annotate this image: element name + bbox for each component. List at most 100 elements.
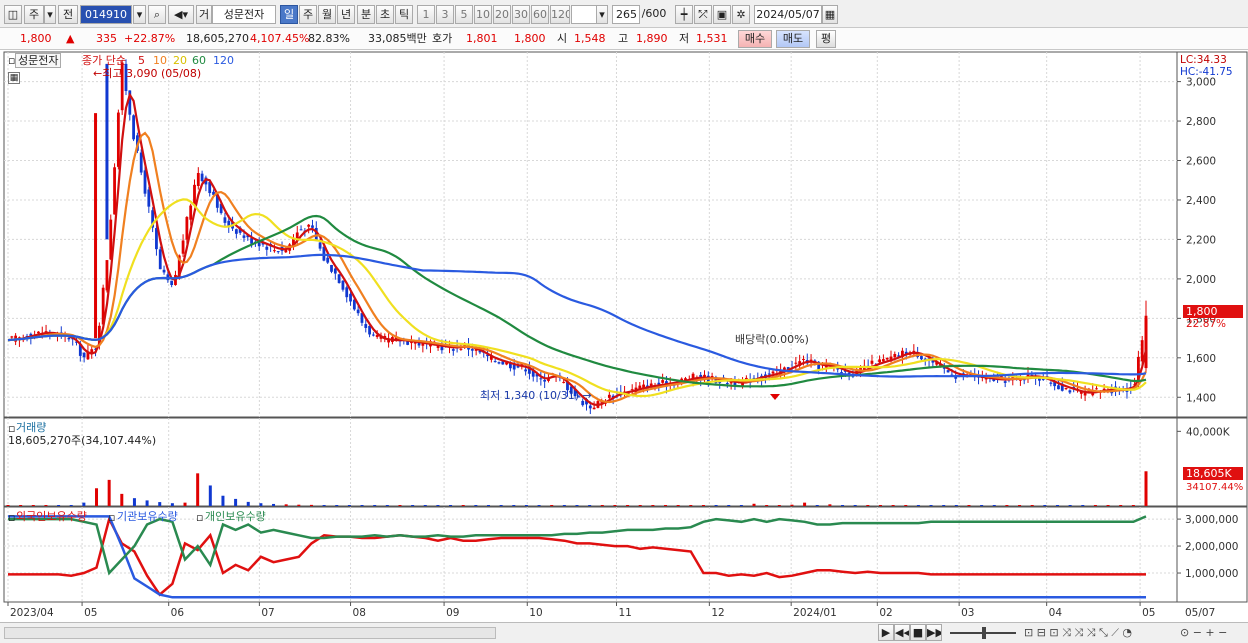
chevron-down-icon[interactable]: ▾	[596, 5, 608, 24]
candle-body	[802, 358, 805, 360]
candle-body	[132, 115, 135, 140]
volume-bar	[815, 505, 819, 506]
volume-bar	[1043, 505, 1047, 506]
save-icon[interactable]: ▣	[713, 5, 731, 24]
candle-body	[539, 378, 543, 380]
speaker-icon[interactable]: ◀▾	[168, 5, 194, 24]
count-input[interactable]: 265	[612, 5, 640, 24]
panel-menu-icon[interactable]: ▫	[8, 511, 15, 524]
volume-bar	[600, 505, 604, 506]
candle-body	[273, 250, 276, 252]
eval-button[interactable]: 평	[816, 30, 836, 48]
zoom-icons[interactable]: ⊙ − + −	[1180, 626, 1227, 639]
candle-body	[162, 269, 166, 273]
volume-bar	[196, 473, 200, 506]
dividend-marker: 배당락(0.00%)	[735, 333, 809, 346]
panel-menu-icon[interactable]: ▫	[108, 511, 115, 524]
calendar-icon[interactable]: ▦	[822, 5, 838, 24]
volume-bar	[398, 505, 402, 506]
tool-icons[interactable]: ⊡ ⊟ ⊡ ⤨ ⤨ ⤨ ⤡ ⟋ ◔	[1024, 626, 1132, 639]
volume-bar	[954, 505, 958, 506]
volume-bar	[208, 485, 212, 506]
scrollbar-track[interactable]	[4, 627, 496, 639]
x-tick-label-last: 05/07	[1185, 607, 1215, 619]
indicator-icon[interactable]: ⤱	[694, 5, 712, 24]
forward-icon[interactable]: ▶▶	[926, 624, 942, 641]
ma-5-label: 5	[138, 54, 145, 67]
volume-bar	[259, 503, 263, 506]
price-tick-label: 2,600	[1186, 156, 1216, 168]
gear-icon[interactable]: ✲	[732, 5, 750, 24]
candle-body	[193, 184, 196, 204]
panel-menu-icon[interactable]: ▫	[196, 511, 203, 524]
buy-button[interactable]: 매수	[738, 30, 772, 48]
volume-bar	[512, 505, 516, 506]
zoom-handle[interactable]	[982, 627, 986, 639]
date-input[interactable]: 2024/05/07	[754, 5, 822, 24]
period-day[interactable]: 일	[280, 5, 298, 24]
period-minute[interactable]: 분	[357, 5, 375, 24]
volume-bar	[588, 505, 592, 506]
volume-bar	[436, 505, 440, 506]
sell-button[interactable]: 매도	[776, 30, 810, 48]
candle-last-body	[1144, 318, 1148, 369]
period-tick[interactable]: 틱	[395, 5, 413, 24]
volume-bar	[1068, 505, 1072, 506]
interval-5[interactable]: 5	[455, 5, 473, 24]
legend-foreign: 외국인보유수량	[16, 510, 87, 523]
candle-body	[200, 173, 204, 181]
prev-selector[interactable]: 전	[58, 5, 78, 24]
interval-120[interactable]: 120	[550, 5, 570, 24]
open-label: 시	[557, 32, 568, 45]
x-tick-label: 07	[261, 607, 274, 619]
x-tick-label: 08	[353, 607, 366, 619]
chevron-down-icon[interactable]: ▾	[44, 5, 56, 24]
volume-bar	[967, 505, 971, 506]
candle-body	[946, 370, 950, 373]
legend-individual: 개인보유수량	[205, 510, 266, 523]
candle-body	[524, 369, 528, 372]
period-second[interactable]: 초	[376, 5, 394, 24]
candle-type-icon[interactable]: ┿	[675, 5, 693, 24]
volume-bar	[701, 505, 705, 506]
main-selector[interactable]: 주	[24, 5, 44, 24]
mode-button[interactable]: 거	[196, 5, 212, 24]
chevron-down-icon[interactable]: ▾	[133, 5, 146, 24]
volume-bar	[714, 505, 718, 506]
volume-badge: 18,605K	[1183, 467, 1243, 480]
hc-label: HC:-41.75	[1180, 66, 1233, 78]
volume-bar	[727, 505, 731, 506]
interval-1[interactable]: 1	[417, 5, 435, 24]
interval-3[interactable]: 3	[436, 5, 454, 24]
grid-toggle-icon[interactable]: ▦	[8, 72, 20, 84]
volume-bar	[777, 505, 781, 506]
candle-body	[333, 268, 337, 274]
volume-bar	[360, 505, 364, 506]
candle-body	[371, 334, 375, 336]
window-icon[interactable]: ◫	[4, 5, 22, 24]
rewind-icon[interactable]: ◀◀	[894, 624, 910, 641]
stock-code-input[interactable]: 014910	[80, 5, 132, 24]
period-month[interactable]: 월	[318, 5, 336, 24]
play-icon[interactable]: ▶	[878, 624, 894, 641]
interval-20[interactable]: 20	[493, 5, 511, 24]
period-week[interactable]: 주	[299, 5, 317, 24]
count-total: /600	[641, 7, 667, 20]
stock-chart-window: ◫ 주 ▾ 전 014910 ▾ ⌕ ◀▾ 거 성문전자 일 주 월 년 분 초…	[0, 0, 1248, 643]
stop-icon[interactable]: ■	[910, 624, 926, 641]
price-tick-label: 1,400	[1186, 392, 1216, 404]
candle-body	[143, 170, 147, 194]
high-price: 1,890	[636, 32, 668, 45]
interval-10[interactable]: 10	[474, 5, 492, 24]
volume-bar	[145, 500, 149, 506]
volume-bar	[57, 505, 61, 506]
volume-bar	[31, 505, 35, 506]
interval-60[interactable]: 60	[531, 5, 549, 24]
interval-30[interactable]: 30	[512, 5, 530, 24]
chart-area[interactable]: 1,400 1,600 1,800 2,000 2,200 2,400 2,600 2,800…	[0, 50, 1248, 622]
period-year[interactable]: 년	[337, 5, 355, 24]
volume-pct: 4,107.45%	[250, 32, 310, 45]
low-marker-text: 최저 1,340 (10/31)	[480, 389, 580, 402]
volume-bar	[309, 504, 313, 506]
search-icon[interactable]: ⌕	[148, 5, 166, 24]
